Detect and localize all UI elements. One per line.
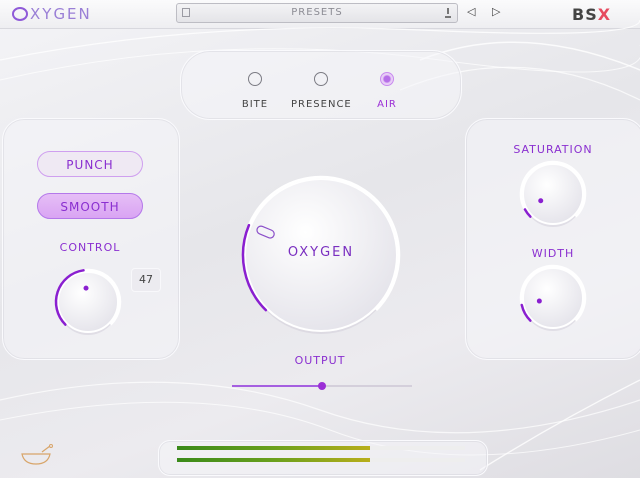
plugin-window: XYGEN PRESETS ◁ ▷ BSX BITE PRESENCE AIR … <box>0 0 640 478</box>
oxygen-knob-label: OXYGEN <box>287 245 355 260</box>
mode-bite[interactable]: BITE <box>225 72 285 111</box>
width-knob[interactable] <box>513 262 593 346</box>
output-slider-fill <box>232 385 322 387</box>
width-label: WIDTH <box>531 247 575 260</box>
output-slider[interactable] <box>232 382 412 390</box>
output-label: OUTPUT <box>294 354 346 367</box>
output-slider-thumb[interactable] <box>318 382 326 390</box>
meter-right-fill <box>177 458 370 462</box>
meter-left-fill <box>177 446 370 450</box>
saturation-knob[interactable] <box>513 158 593 242</box>
width-knob-graphic[interactable] <box>513 262 593 342</box>
radio-icon[interactable] <box>248 72 262 86</box>
control-knob-graphic[interactable] <box>48 262 128 342</box>
mode-air[interactable]: AIR <box>357 72 417 111</box>
mode-presence-label: PRESENCE <box>291 99 352 110</box>
control-knob[interactable] <box>48 262 128 346</box>
meter-left <box>177 446 465 450</box>
bowl-icon <box>21 444 53 465</box>
knob-body[interactable] <box>522 267 584 329</box>
knob-pointer <box>538 198 544 204</box>
radio-icon[interactable] <box>314 72 328 86</box>
knob-body[interactable] <box>57 271 119 333</box>
saturation-knob-graphic[interactable] <box>513 158 593 238</box>
mode-bite-label: BITE <box>241 99 269 110</box>
control-value[interactable]: 47 <box>131 268 161 292</box>
knob-pointer <box>536 298 542 304</box>
control-label: CONTROL <box>59 241 121 254</box>
mode-air-label: AIR <box>377 99 397 110</box>
smooth-button[interactable]: SMOOTH <box>37 193 143 219</box>
mode-presence[interactable]: PRESENCE <box>291 72 351 111</box>
meter-right <box>177 458 465 462</box>
radio-selected-icon[interactable] <box>380 72 394 86</box>
saturation-label: SATURATION <box>513 143 593 156</box>
punch-button[interactable]: PUNCH <box>37 151 143 177</box>
knob-body[interactable] <box>522 163 584 225</box>
knob-pointer <box>83 285 89 291</box>
